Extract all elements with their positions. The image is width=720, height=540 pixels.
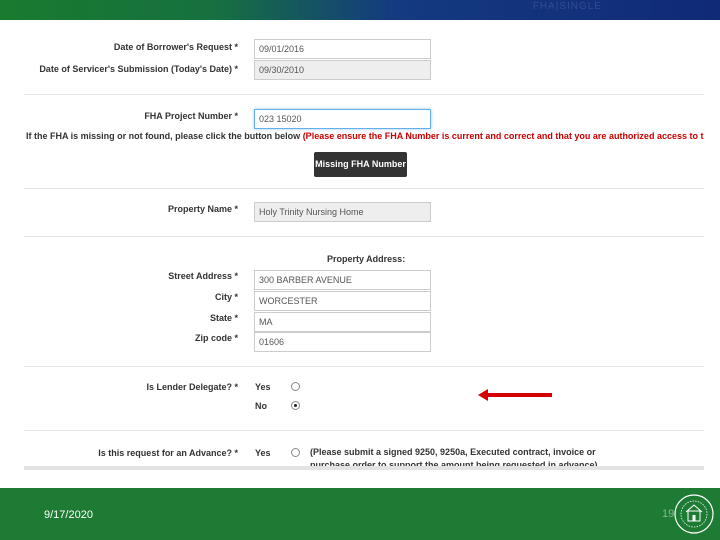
advance-yes-label: Yes: [255, 448, 271, 458]
lender-delegate-label: Is Lender Delegate? *: [146, 382, 238, 392]
fha-missing-note: If the FHA is missing or not found, plea…: [26, 131, 704, 141]
lender-delegate-no-radio[interactable]: [291, 401, 300, 410]
date-submission-field: 09/30/2010: [254, 60, 431, 80]
date-requested-label: Date of Borrower's Request *: [113, 42, 238, 52]
street-address-label: Street Address *: [168, 271, 238, 281]
top-banner: FHA|SINGLE: [0, 0, 720, 20]
slide-footer: 9/17/2020 19: [0, 488, 720, 540]
fha-project-label: FHA Project Number *: [144, 111, 238, 121]
zip-code-label: Zip code *: [194, 333, 238, 343]
section-divider: [24, 94, 704, 95]
date-requested-field[interactable]: 09/01/2016: [254, 39, 431, 59]
section-divider: [24, 188, 704, 189]
property-name-field: Holy Trinity Nursing Home: [254, 202, 431, 222]
hud-seal-icon: [674, 494, 714, 534]
section-divider: [24, 430, 704, 431]
form-bottom-edge: [24, 466, 704, 470]
red-arrow-icon: [478, 389, 552, 401]
date-submission-label: Date of Servicer's Submission (Today's D…: [39, 64, 238, 74]
missing-fha-number-button[interactable]: Missing FHA Number: [314, 152, 407, 177]
advance-request-label: Is this request for an Advance? *: [98, 448, 238, 458]
section-divider: [24, 366, 704, 367]
fha-project-input[interactable]: 023 15020: [254, 109, 431, 129]
zip-code-input[interactable]: 01606: [254, 332, 431, 352]
slide-page-number: 19: [662, 508, 675, 520]
lender-delegate-yes-label: Yes: [255, 382, 271, 392]
state-label: State *: [209, 313, 238, 323]
banner-faint-text: FHA|SINGLE: [532, 1, 602, 12]
state-input[interactable]: MA: [254, 312, 431, 332]
footer-date: 9/17/2020: [44, 509, 93, 521]
request-form: Date of Borrower's Request * 09/01/2016 …: [24, 34, 704, 468]
lender-delegate-no-label: No: [255, 401, 267, 411]
section-divider: [24, 236, 704, 237]
street-address-input[interactable]: 300 BARBER AVENUE: [254, 270, 431, 290]
city-input[interactable]: WORCESTER: [254, 291, 431, 311]
property-address-heading: Property Address:: [327, 254, 406, 264]
fha-note-text: If the FHA is missing or not found, plea…: [26, 131, 303, 141]
advance-yes-radio[interactable]: [291, 448, 300, 457]
advance-instructions: (Please submit a signed 9250, 9250a, Exe…: [310, 446, 598, 468]
advance-note-line-1: (Please submit a signed 9250, 9250a, Exe…: [310, 447, 596, 457]
property-name-label: Property Name *: [167, 204, 238, 214]
city-label: City *: [214, 292, 238, 302]
fha-note-warning: (Please ensure the FHA Number is current…: [302, 131, 704, 141]
lender-delegate-yes-radio[interactable]: [291, 382, 300, 391]
